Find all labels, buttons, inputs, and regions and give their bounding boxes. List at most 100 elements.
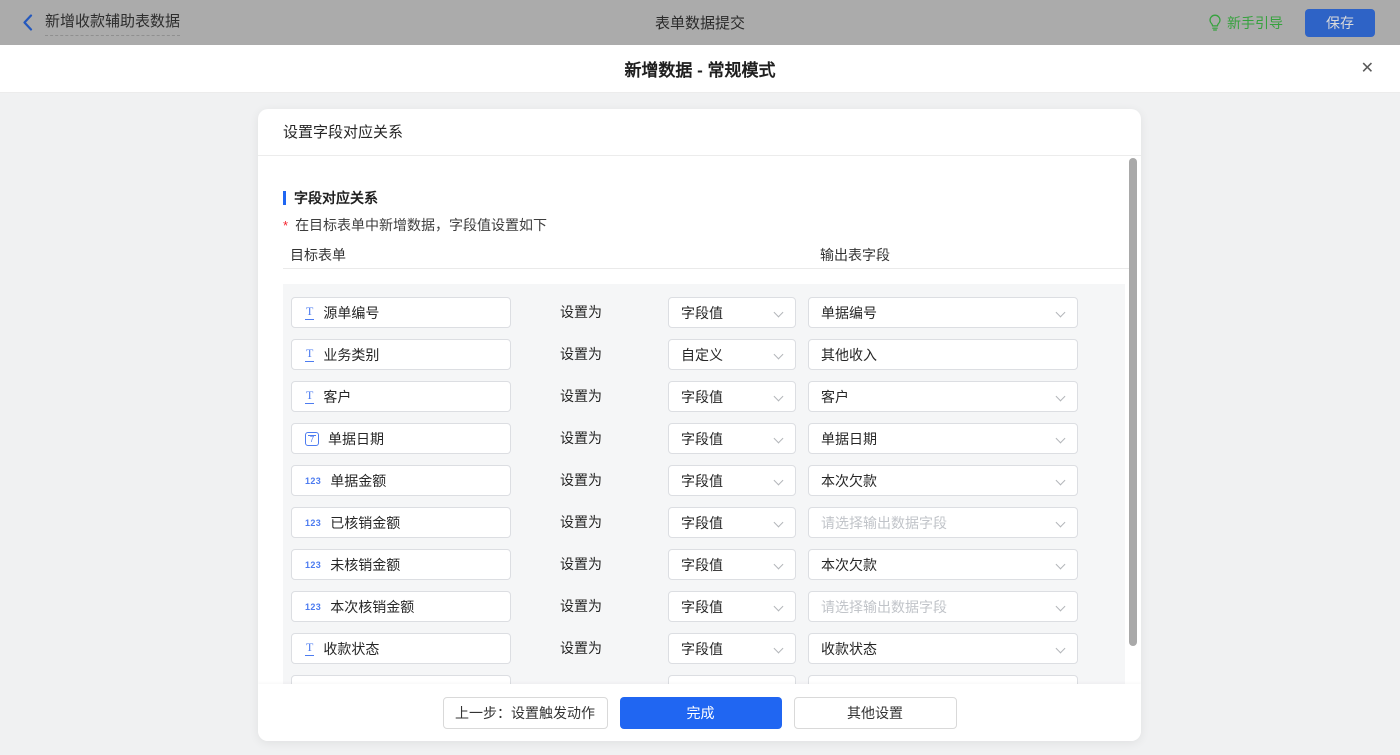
text-field-icon: T: [305, 345, 315, 362]
mode-select-value: 字段值: [681, 640, 723, 657]
output-select[interactable]: 收款状态: [808, 633, 1078, 664]
set-as-label: 设置为: [560, 430, 602, 446]
done-button[interactable]: 完成: [619, 696, 782, 729]
add-data-modal: 新增数据 - 常规模式 ✕ 设置字段对应关系 字段对应关系 * 在目标表单中新增数…: [0, 45, 1400, 755]
source-field-label: 源单编号: [323, 304, 380, 321]
chevron-down-icon: [773, 517, 784, 528]
modal-title: 新增数据 - 常规模式: [624, 61, 776, 80]
set-as-label: 设置为: [560, 598, 602, 614]
chevron-down-icon: [773, 307, 784, 318]
source-field-box: T 业务类别: [291, 339, 511, 370]
close-icon[interactable]: ✕: [1361, 60, 1374, 77]
mode-select[interactable]: 字段值: [668, 423, 796, 454]
modal-footer: 上一步：设置触发动作 完成 其他设置: [258, 684, 1141, 741]
card-header: 设置字段对应关系: [258, 109, 1141, 156]
prev-step-button[interactable]: 上一步：设置触发动作: [442, 696, 608, 729]
source-field-label: 业务类别: [323, 346, 380, 363]
number-field-icon: 123: [305, 559, 322, 570]
chevron-down-icon: [773, 349, 784, 360]
mode-select[interactable]: 自定义: [668, 339, 796, 370]
mapping-row: T 客户 设置为 字段值 客户: [283, 381, 1125, 412]
number-field-icon: 123: [305, 475, 322, 486]
chevron-down-icon: [773, 475, 784, 486]
output-input[interactable]: 其他收入: [808, 339, 1078, 370]
section-title-label: 字段对应关系: [294, 190, 378, 206]
save-button[interactable]: 保存: [1305, 8, 1375, 37]
chevron-down-icon: [1055, 433, 1066, 444]
text-field-icon: T: [305, 387, 315, 404]
text-field-icon: T: [305, 303, 315, 320]
chevron-down-icon: [1055, 391, 1066, 402]
mapping-row: 7 单据日期 设置为 字段值 单据日期: [283, 423, 1125, 454]
chevron-down-icon: [1055, 517, 1066, 528]
mapping-row: T 收款状态 设置为 字段值 收款状态: [283, 633, 1125, 664]
chevron-down-icon: [1055, 643, 1066, 654]
set-as-label: 设置为: [560, 472, 602, 488]
mode-select-value: 字段值: [681, 388, 723, 405]
output-value: 客户: [821, 388, 849, 405]
output-select[interactable]: 请选择输出数据字段: [808, 507, 1078, 538]
output-select[interactable]: 本次欠款: [808, 465, 1078, 496]
output-select[interactable]: 单据编号: [808, 297, 1078, 328]
bulb-icon: [1209, 14, 1221, 31]
mode-select-value: 字段值: [681, 514, 723, 531]
mode-select[interactable]: 字段值: [668, 381, 796, 412]
topbar-title: 表单数据提交: [654, 15, 746, 32]
mode-select-value: 字段值: [681, 556, 723, 573]
set-as-label: 设置为: [560, 388, 602, 404]
chevron-down-icon: [773, 643, 784, 654]
output-select[interactable]: 单据日期: [808, 423, 1078, 454]
chevron-down-icon: [773, 391, 784, 402]
mode-select[interactable]: 字段值: [668, 297, 796, 328]
output-select[interactable]: 请选择输出数据字段: [808, 591, 1078, 622]
mode-select[interactable]: 字段值: [668, 465, 796, 496]
date-field-icon: 7: [305, 431, 319, 446]
source-field-box: T 源单编号: [291, 297, 511, 328]
modal-body: 设置字段对应关系 字段对应关系 * 在目标表单中新增数据，字段值设置如下 目标表单…: [0, 94, 1400, 755]
output-value: 其他收入: [821, 346, 877, 363]
output-select[interactable]: [808, 675, 1078, 684]
section-note: * 在目标表单中新增数据，字段值设置如下: [283, 215, 547, 235]
chevron-down-icon: [773, 433, 784, 444]
mapping-row: T 源单编号 设置为 字段值 单据编号: [283, 297, 1125, 328]
mode-select[interactable]: 字段值: [668, 633, 796, 664]
output-value: 单据编号: [821, 304, 877, 321]
source-field-label: 已核销金额: [330, 514, 401, 531]
guide-label: 新手引导: [1227, 14, 1283, 31]
source-field-box: [291, 675, 511, 684]
source-field-box: 7 单据日期: [291, 423, 511, 454]
mapping-rows-panel: T 源单编号 设置为 字段值 单据编号 T 业务类别 设置为 自定义 其他收入 …: [283, 284, 1125, 684]
set-as-label: 设置为: [560, 514, 602, 530]
back-button[interactable]: [22, 14, 33, 31]
output-value: 本次欠款: [821, 556, 877, 573]
mode-select-value: 字段值: [681, 304, 723, 321]
text-field-icon: T: [305, 639, 315, 656]
mapping-row: 123 已核销金额 设置为 字段值 请选择输出数据字段: [283, 507, 1125, 538]
mode-select[interactable]: 字段值: [668, 549, 796, 580]
chevron-down-icon: [773, 601, 784, 612]
source-field-label: 收款状态: [323, 640, 380, 657]
number-field-icon: 123: [305, 601, 322, 612]
output-value: 单据日期: [821, 430, 877, 447]
scrollbar-thumb[interactable]: [1129, 158, 1137, 646]
output-select[interactable]: 客户: [808, 381, 1078, 412]
mode-select-value: 字段值: [681, 598, 723, 615]
source-field-label: 本次核销金额: [330, 598, 415, 615]
other-settings-button[interactable]: 其他设置: [793, 696, 957, 729]
output-value: 请选择输出数据字段: [821, 514, 947, 531]
section-title: 字段对应关系: [283, 188, 378, 208]
output-value: 请选择输出数据字段: [821, 598, 947, 615]
mode-select-value: 自定义: [681, 346, 723, 363]
mapping-row: 123 未核销金额 设置为 字段值 本次欠款: [283, 549, 1125, 580]
mode-select[interactable]: 字段值: [668, 591, 796, 622]
workflow-title[interactable]: 新增收款辅助表数据: [45, 10, 181, 36]
set-as-label: 设置为: [560, 346, 602, 362]
chevron-left-icon: [23, 14, 33, 31]
source-field-label: 未核销金额: [330, 556, 401, 573]
mode-select[interactable]: 字段值: [668, 507, 796, 538]
mode-select[interactable]: [668, 675, 796, 684]
mapping-row: 123 本次核销金额 设置为 字段值 请选择输出数据字段: [283, 591, 1125, 622]
guide-link[interactable]: 新手引导: [1208, 13, 1283, 33]
mode-select-value: 字段值: [681, 472, 723, 489]
output-select[interactable]: 本次欠款: [808, 549, 1078, 580]
